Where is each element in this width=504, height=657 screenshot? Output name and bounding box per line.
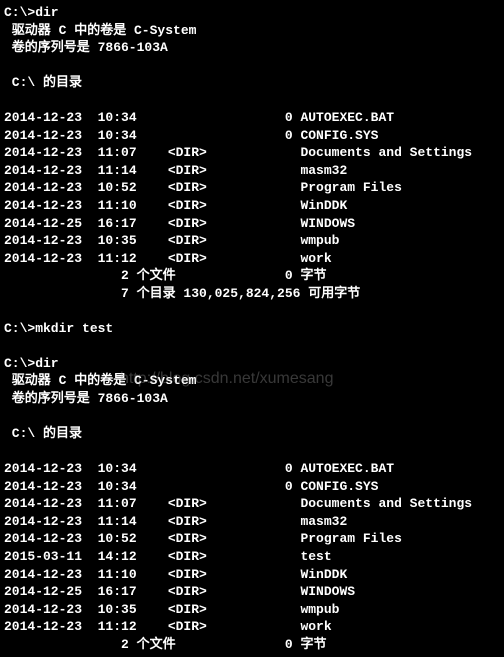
- dir-entry: 2014-12-23 11:12 <DIR> work: [4, 618, 500, 636]
- volume-line: 驱动器 C 中的卷是 C-System: [4, 372, 500, 390]
- dir-entry: 2014-12-23 10:34 0 CONFIG.SYS: [4, 127, 500, 145]
- dir-entry: 2014-12-23 11:07 <DIR> Documents and Set…: [4, 144, 500, 162]
- prompt-line[interactable]: C:\>dir: [4, 4, 500, 22]
- dir-entry: 2014-12-23 11:14 <DIR> masm32: [4, 513, 500, 531]
- blank-line: [4, 92, 500, 110]
- terminal-output: C:\>dir 驱动器 C 中的卷是 C-System 卷的序列号是 7866-…: [4, 4, 500, 653]
- dir-entry: 2014-12-23 10:35 <DIR> wmpub: [4, 601, 500, 619]
- dir-entry: 2014-12-23 10:34 0 CONFIG.SYS: [4, 478, 500, 496]
- blank-line: [4, 337, 500, 355]
- dir-of-line: C:\ 的目录: [4, 74, 500, 92]
- prompt-line[interactable]: C:\>dir: [4, 355, 500, 373]
- dir-entry: 2014-12-23 11:07 <DIR> Documents and Set…: [4, 495, 500, 513]
- dir-entry: 2014-12-23 11:12 <DIR> work: [4, 250, 500, 268]
- dir-entry: 2014-12-25 16:17 <DIR> WINDOWS: [4, 583, 500, 601]
- summary-files: 2 个文件 0 字节: [4, 267, 500, 285]
- summary-dirs: 7 个目录 130,025,824,256 可用字节: [4, 285, 500, 303]
- dir-entry: 2014-12-23 11:10 <DIR> WinDDK: [4, 566, 500, 584]
- dir-entry: 2014-12-23 11:10 <DIR> WinDDK: [4, 197, 500, 215]
- volume-line: 驱动器 C 中的卷是 C-System: [4, 22, 500, 40]
- serial-line: 卷的序列号是 7866-103A: [4, 390, 500, 408]
- prompt-line[interactable]: C:\>mkdir test: [4, 320, 500, 338]
- dir-entry: 2014-12-23 10:34 0 AUTOEXEC.BAT: [4, 460, 500, 478]
- dir-entry: 2014-12-23 10:52 <DIR> Program Files: [4, 179, 500, 197]
- blank-line: [4, 408, 500, 426]
- dir-entry: 2014-12-23 11:14 <DIR> masm32: [4, 162, 500, 180]
- blank-line: [4, 302, 500, 320]
- blank-line: [4, 443, 500, 461]
- summary-files: 2 个文件 0 字节: [4, 636, 500, 654]
- serial-line: 卷的序列号是 7866-103A: [4, 39, 500, 57]
- dir-entry: 2015-03-11 14:12 <DIR> test: [4, 548, 500, 566]
- dir-entry: 2014-12-23 10:52 <DIR> Program Files: [4, 530, 500, 548]
- dir-entry: 2014-12-23 10:35 <DIR> wmpub: [4, 232, 500, 250]
- dir-of-line: C:\ 的目录: [4, 425, 500, 443]
- dir-entry: 2014-12-25 16:17 <DIR> WINDOWS: [4, 215, 500, 233]
- dir-entry: 2014-12-23 10:34 0 AUTOEXEC.BAT: [4, 109, 500, 127]
- blank-line: [4, 57, 500, 75]
